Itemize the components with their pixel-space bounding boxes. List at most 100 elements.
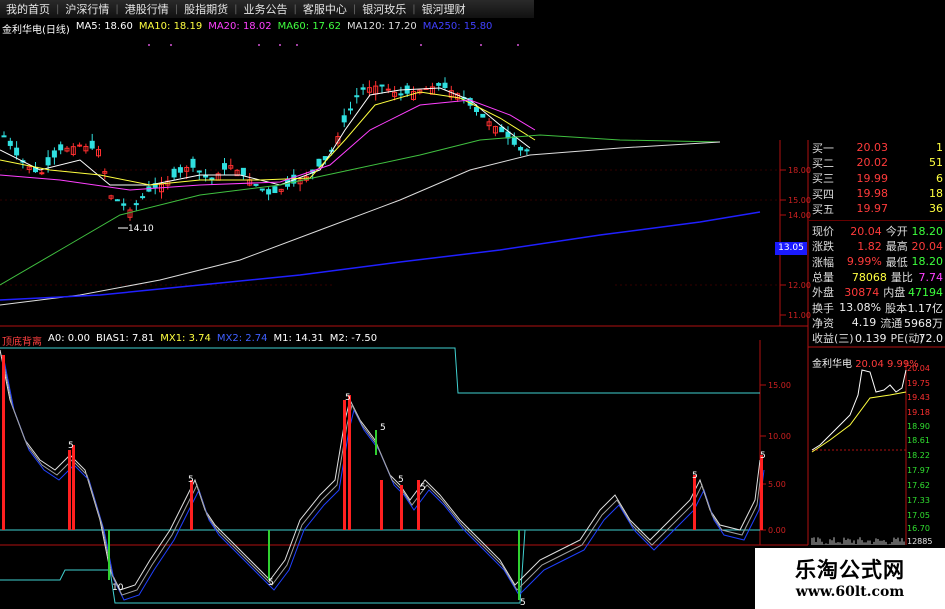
candle-body <box>77 144 83 147</box>
candle-body <box>436 83 442 86</box>
stat-value: 18.20 <box>911 224 944 238</box>
stat-key: 外盘 <box>812 286 834 300</box>
stat-row: 涨跌 1.82 最高 20.04 <box>808 239 945 254</box>
bid-volume: 36 <box>929 202 943 216</box>
indicator-param-0: A0: 0.00 <box>48 333 91 344</box>
stat-key: PE(动) <box>890 332 924 346</box>
stat-value: 4.19 <box>851 316 877 330</box>
signal-bar-down <box>518 530 520 600</box>
signal-mark: 5 <box>692 471 698 481</box>
mini-y-label: 16.70 <box>907 524 930 533</box>
stat-value: 7.74 <box>918 270 944 284</box>
stat-key: 涨幅 <box>812 255 834 269</box>
stat-row: 收益(三) 0.139 PE(动) 72.0 <box>808 331 945 346</box>
ma10-line <box>0 91 536 186</box>
candle-body <box>398 93 404 96</box>
indicator-param-3: MX2: 2.74 <box>216 333 268 344</box>
bias-line <box>0 349 761 591</box>
stat-key: 内盘 <box>883 286 906 300</box>
watermark-logo: 乐淘公式网 www.60lt.com <box>755 548 945 609</box>
signal-bar-up <box>348 395 351 530</box>
candle-body <box>480 113 486 118</box>
bid-volume: 18 <box>929 187 943 201</box>
candle-body <box>7 140 13 146</box>
ind-y-tick-label: 15.00 <box>768 381 791 390</box>
bid-label: 买一 <box>812 141 834 155</box>
candle-body <box>474 107 479 112</box>
candle-body <box>140 196 146 199</box>
candle-body <box>518 147 524 151</box>
candle-body <box>511 136 517 145</box>
low-price-label: 14.10 <box>128 224 154 234</box>
candle-body <box>222 163 227 170</box>
stat-row: 总量 78068 量比 7.74 <box>808 269 945 285</box>
candle-body <box>89 140 95 149</box>
signal-bar-up <box>380 480 383 530</box>
candle-body <box>442 82 448 89</box>
mini-chart-name: 金利华电 <box>812 359 852 370</box>
ma120-line <box>0 141 721 306</box>
candle-body <box>190 158 196 168</box>
mini-y-label: 18.22 <box>907 451 930 460</box>
ma60-line <box>0 134 721 286</box>
candle-body <box>45 157 51 166</box>
candle-body <box>121 203 127 206</box>
stat-value: 13.08% <box>839 301 882 315</box>
stat-key: 流通 <box>880 316 903 330</box>
candle-body <box>524 149 530 152</box>
mini-chart-header: 金利华电 20.04 9.99% <box>812 355 919 370</box>
mini-y-label: 17.33 <box>907 496 930 505</box>
candle-body <box>354 95 360 98</box>
stat-row: 换手 13.08% 股本 1.17亿 <box>808 300 945 315</box>
bid-row[interactable]: 买二 20.02 51 <box>808 155 945 170</box>
stat-key: 换手 <box>812 301 834 315</box>
signal-mark: 5 <box>380 423 386 433</box>
signal-bar-up <box>72 445 75 530</box>
candle-body <box>259 188 265 191</box>
event-marker <box>296 44 298 46</box>
candle-body <box>316 158 322 167</box>
quote-panel: 买一 20.03 1 买二 20.02 51 买三 19.99 6 买四 19.98 18 买五 19.9… <box>808 140 945 346</box>
stat-value: 47194 <box>908 285 943 299</box>
candle-body <box>58 144 64 151</box>
mini-chart-price: 20.04 <box>855 359 884 370</box>
bid-volume: 6 <box>936 171 943 185</box>
mini-y-label: 19.43 <box>907 393 930 402</box>
ind-y-tick-label: 10.00 <box>768 432 791 441</box>
signal-bar-up <box>343 400 346 530</box>
bid-row[interactable]: 买一 20.03 1 <box>808 140 945 155</box>
mini-y-label: 18.90 <box>907 422 930 431</box>
mini-y-label: 17.62 <box>907 481 930 490</box>
stat-row: 涨幅 9.99% 最低 18.20 <box>808 254 945 269</box>
signal-mark: 5 <box>520 598 526 608</box>
stat-value: 78068 <box>851 270 887 284</box>
bid-row[interactable]: 买五 19.97 36 <box>808 201 945 216</box>
stat-key: 股本 <box>885 301 908 315</box>
indicator-param-1: BIAS1: 7.81 <box>96 333 155 344</box>
candle-body <box>133 203 139 206</box>
signal-bar-down <box>268 530 270 580</box>
stat-value: 9.99% <box>846 255 882 269</box>
bid-row[interactable]: 买三 19.99 6 <box>808 171 945 186</box>
mini-y-label: 17.97 <box>907 466 930 475</box>
indicator-param-4: M1: 14.31 <box>273 333 324 344</box>
signal-bar-up <box>68 450 71 530</box>
stat-key: 总量 <box>812 271 834 285</box>
signal-mark: 5 <box>420 483 426 493</box>
bid-row[interactable]: 买四 19.98 18 <box>808 186 945 201</box>
bid-price: 19.97 <box>856 202 889 216</box>
candle-body <box>203 175 209 178</box>
signal-bar-up <box>2 355 5 530</box>
signal-mark: 5 <box>398 475 404 485</box>
candle-body <box>360 87 366 90</box>
signal-bar-up <box>760 455 763 530</box>
mini-y-label: 18.61 <box>907 436 930 445</box>
event-marker <box>148 44 150 46</box>
signal-bar-up <box>400 485 403 530</box>
bid-label: 买五 <box>812 202 834 216</box>
stat-value: 20.04 <box>911 239 944 253</box>
candle-body <box>348 108 353 111</box>
stat-key: 收益(三) <box>812 332 854 346</box>
candle-body <box>14 147 20 156</box>
watermark-title: 乐淘公式网 <box>795 557 905 582</box>
